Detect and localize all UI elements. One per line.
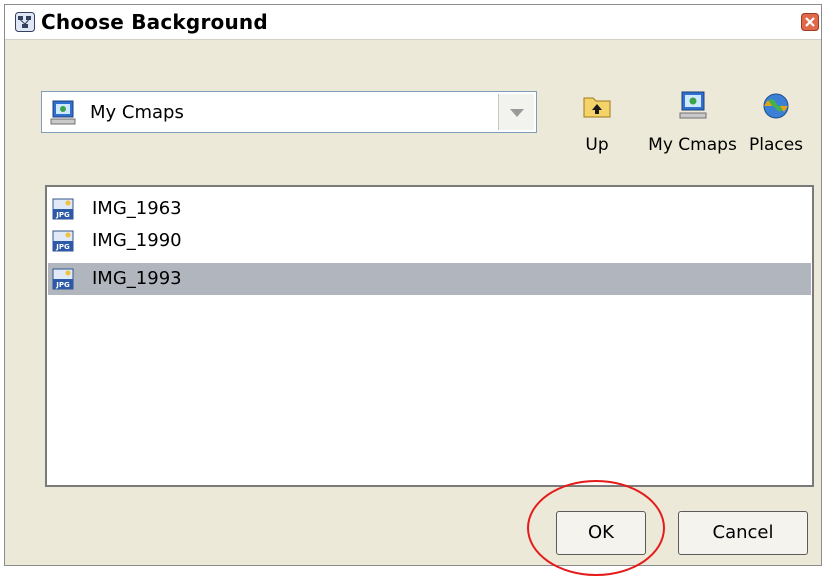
places-button[interactable]: Places [740,91,812,155]
svg-text:JPG: JPG [55,211,70,219]
highlight-circle [527,480,665,576]
chevron-down-icon[interactable] [498,94,534,130]
file-name: IMG_1993 [92,268,182,289]
choose-background-dialog: Choose Background My Cmaps Up My Cmaps P… [4,4,822,566]
jpg-file-icon: JPG [52,268,74,290]
up-button[interactable]: Up [577,91,617,155]
location-selected: My Cmaps [90,102,184,123]
svg-text:JPG: JPG [55,243,70,251]
list-item-selected[interactable]: JPG IMG_1993 [48,263,811,295]
list-item[interactable]: JPG IMG_1990 [48,225,811,257]
close-icon[interactable] [801,13,819,31]
title-bar[interactable]: Choose Background [5,5,821,40]
jpg-file-icon: JPG [52,230,74,252]
svg-text:JPG: JPG [55,281,70,289]
list-item[interactable]: JPG IMG_1963 [48,193,811,225]
folder-up-icon [583,97,611,118]
my-cmaps-icon [50,100,76,125]
globe-icon [763,93,789,119]
up-label: Up [585,135,609,155]
window-title: Choose Background [41,10,268,34]
file-list[interactable]: JPG IMG_1963 JPG IMG_1990 JPG IMG_1993 [45,185,814,487]
places-label: Places [748,135,804,155]
location-combo[interactable]: My Cmaps [41,91,537,133]
my-cmaps-label: My Cmaps [648,135,737,155]
cancel-button[interactable]: Cancel [678,511,808,555]
file-name: IMG_1963 [92,198,182,219]
my-cmaps-button[interactable]: My Cmaps [645,91,740,155]
jpg-file-icon: JPG [52,198,74,220]
my-cmaps-icon [679,91,706,119]
file-name: IMG_1990 [92,230,182,251]
app-icon [15,12,35,32]
